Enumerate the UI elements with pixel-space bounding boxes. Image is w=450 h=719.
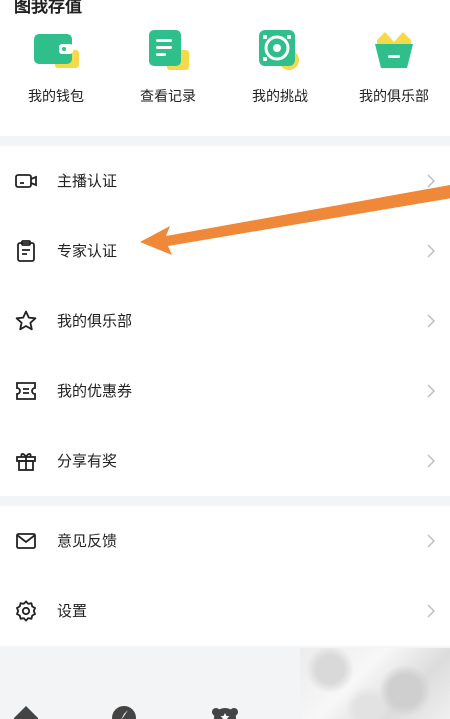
shortcut-label: 查看记录 — [140, 89, 196, 105]
menu-item-settings[interactable]: 设置 — [0, 576, 450, 646]
chevron-right-icon — [426, 383, 436, 399]
menu-item-my-coupons[interactable]: 我的优惠券 — [0, 356, 450, 426]
menu-group-main: 主播认证 专家认证 我的俱乐部 我的优惠券 分享有奖 — [0, 146, 450, 496]
menu-item-expert-verification[interactable]: 专家认证 — [0, 216, 450, 286]
shortcut-row: 我的钱包 查看记录 我的挑战 我的俱乐部 — [0, 26, 450, 116]
club-tab-icon — [212, 708, 238, 719]
menu-item-label: 分享有奖 — [57, 452, 118, 470]
chevron-right-icon — [426, 243, 436, 259]
mail-icon — [14, 529, 38, 553]
menu-item-label: 专家认证 — [57, 242, 118, 260]
shortcut-wallet[interactable]: 我的钱包 — [0, 26, 112, 116]
wallet-icon — [29, 26, 83, 80]
expert-clipboard-icon — [14, 239, 38, 263]
home-icon — [14, 706, 38, 719]
menu-item-broadcaster-verification[interactable]: 主播认证 — [0, 146, 450, 216]
challenge-icon — [253, 26, 307, 80]
section-title: 图我存值 — [14, 0, 82, 17]
chevron-right-icon — [426, 533, 436, 549]
menu-item-feedback[interactable]: 意见反馈 — [0, 506, 450, 576]
tab-discover[interactable] — [110, 704, 138, 719]
records-icon — [141, 26, 195, 80]
broadcaster-camera-icon — [14, 169, 38, 193]
menu-item-label: 意见反馈 — [57, 532, 118, 550]
menu-item-my-club[interactable]: 我的俱乐部 — [0, 286, 450, 356]
gift-icon — [14, 449, 38, 473]
tab-home[interactable] — [12, 704, 40, 719]
menu-group-secondary: 意见反馈 设置 — [0, 506, 450, 646]
shortcut-challenge[interactable]: 我的挑战 — [224, 26, 336, 116]
club-crown-icon — [367, 26, 421, 80]
gear-icon — [14, 599, 38, 623]
shortcuts-card: 图我存值 我的钱包 查看记录 我的挑战 我的俱乐部 — [0, 0, 450, 136]
chevron-right-icon — [426, 603, 436, 619]
pixelated-overlay — [300, 648, 450, 719]
tab-club[interactable] — [210, 704, 240, 719]
compass-icon — [112, 706, 136, 719]
menu-item-label: 主播认证 — [57, 172, 118, 190]
shortcut-label: 我的挑战 — [252, 89, 308, 105]
star-icon — [14, 309, 38, 333]
shortcut-club[interactable]: 我的俱乐部 — [338, 26, 450, 116]
coupon-icon — [14, 379, 38, 403]
shortcut-label: 我的钱包 — [28, 89, 84, 105]
chevron-right-icon — [426, 173, 436, 189]
menu-item-label: 设置 — [57, 602, 88, 620]
chevron-right-icon — [426, 313, 436, 329]
chevron-right-icon — [426, 453, 436, 469]
menu-item-share-rewards[interactable]: 分享有奖 — [0, 426, 450, 496]
menu-item-label: 我的俱乐部 — [57, 312, 133, 330]
shortcut-records[interactable]: 查看记录 — [112, 26, 224, 116]
shortcut-label: 我的俱乐部 — [359, 89, 429, 105]
menu-item-label: 我的优惠券 — [57, 382, 133, 400]
